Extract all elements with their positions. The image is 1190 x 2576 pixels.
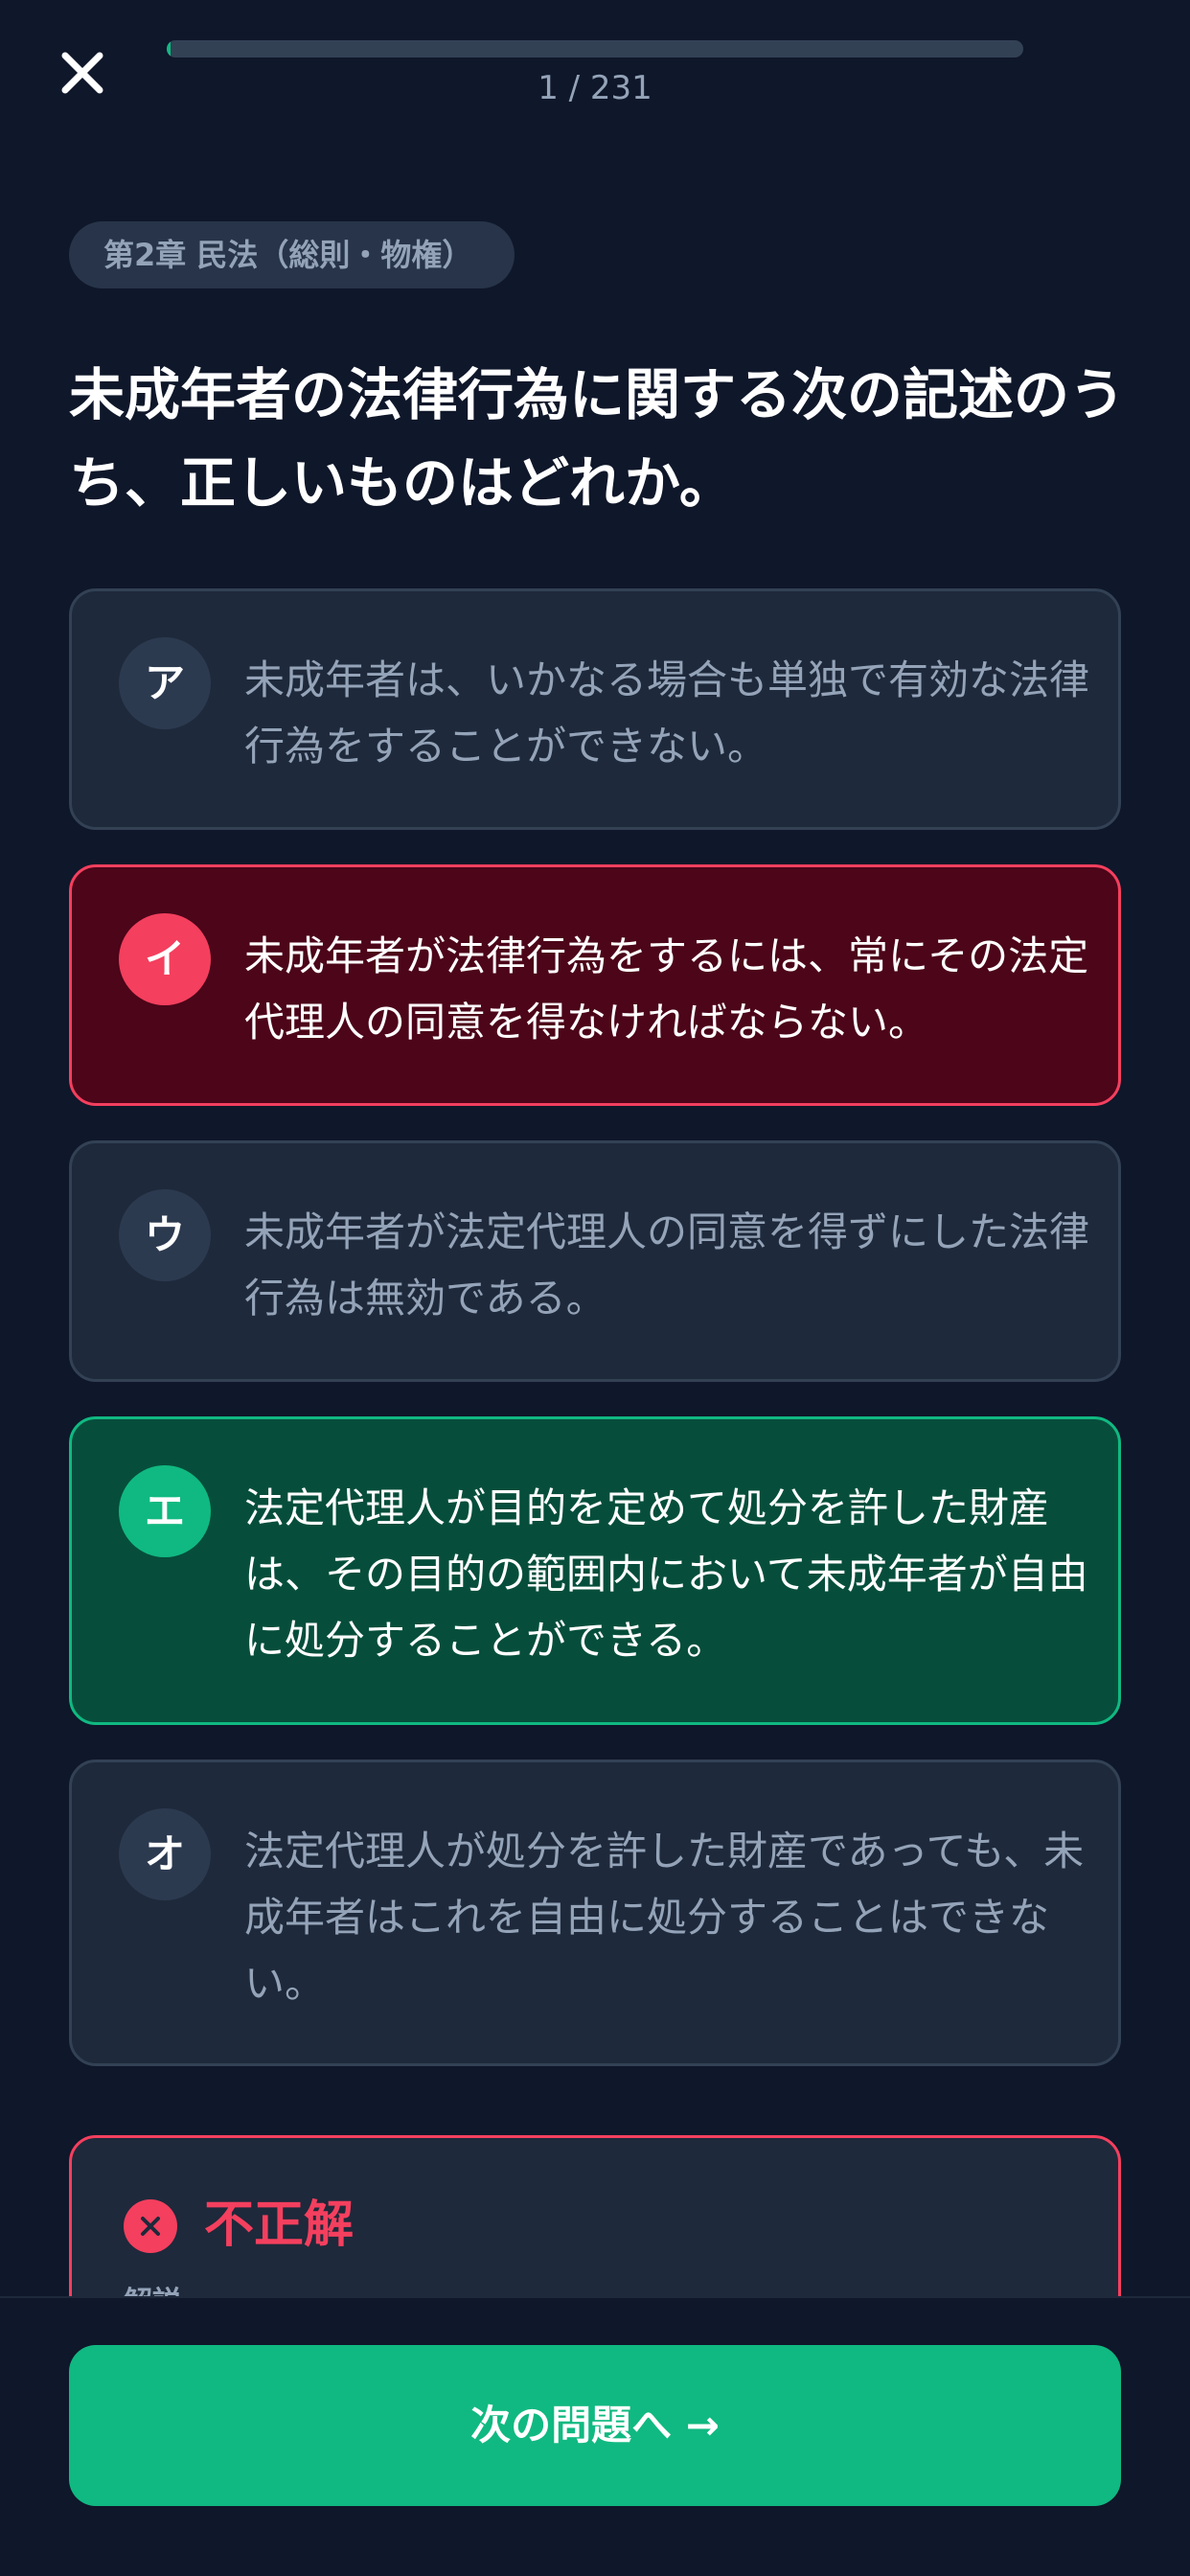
option-text: 法定代理人が処分を許した財産であっても、未成年者はこれを自由に処分することはでき… <box>244 1828 1085 2007</box>
progress-bar <box>167 40 1023 58</box>
chapter-badge: 第2章 民法（総則・物権） <box>69 221 515 288</box>
option-text: 未成年者は、いかなる場合も単独で有効な法律行為をすることができない。 <box>244 656 1090 770</box>
option-b[interactable]: イ 未成年者が法律行為をするには、常にその法定代理人の同意を得なければならない。 <box>69 864 1121 1106</box>
option-text: 法定代理人が目的を定めて処分を許した財産は、その目的の範囲内において未成年者が自… <box>244 1484 1088 1664</box>
option-c[interactable]: ウ 未成年者が法定代理人の同意を得ずにした法律行為は無効である。 <box>69 1140 1121 1382</box>
next-question-button[interactable]: 次の問題へ → <box>69 2345 1121 2506</box>
option-text: 未成年者が法定代理人の同意を得ずにした法律行為は無効である。 <box>244 1208 1090 1322</box>
option-marker: ア <box>119 637 211 729</box>
option-marker: エ <box>119 1465 211 1557</box>
option-d[interactable]: エ 法定代理人が目的を定めて処分を許した財産は、その目的の範囲内において未成年者… <box>69 1416 1121 1725</box>
progress-counter: 1 / 231 <box>538 69 652 107</box>
option-text: 未成年者が法律行為をするには、常にその法定代理人の同意を得なければならない。 <box>244 932 1089 1046</box>
option-marker: ウ <box>119 1189 211 1281</box>
question-text: 未成年者の法律行為に関する次の記述のうち、正しいものはどれか。 <box>69 362 1126 516</box>
option-a[interactable]: ア 未成年者は、いかなる場合も単独で有効な法律行為をすることができない。 <box>69 588 1121 830</box>
option-marker: オ <box>119 1808 211 1900</box>
progress-bar-fill <box>167 40 171 58</box>
x-circle-icon <box>124 2199 177 2253</box>
result-title: 不正解 <box>204 2196 355 2254</box>
option-e[interactable]: オ 法定代理人が処分を許した財産であっても、未成年者はこれを自由に処分することは… <box>69 1760 1121 2066</box>
option-marker: イ <box>119 913 211 1005</box>
